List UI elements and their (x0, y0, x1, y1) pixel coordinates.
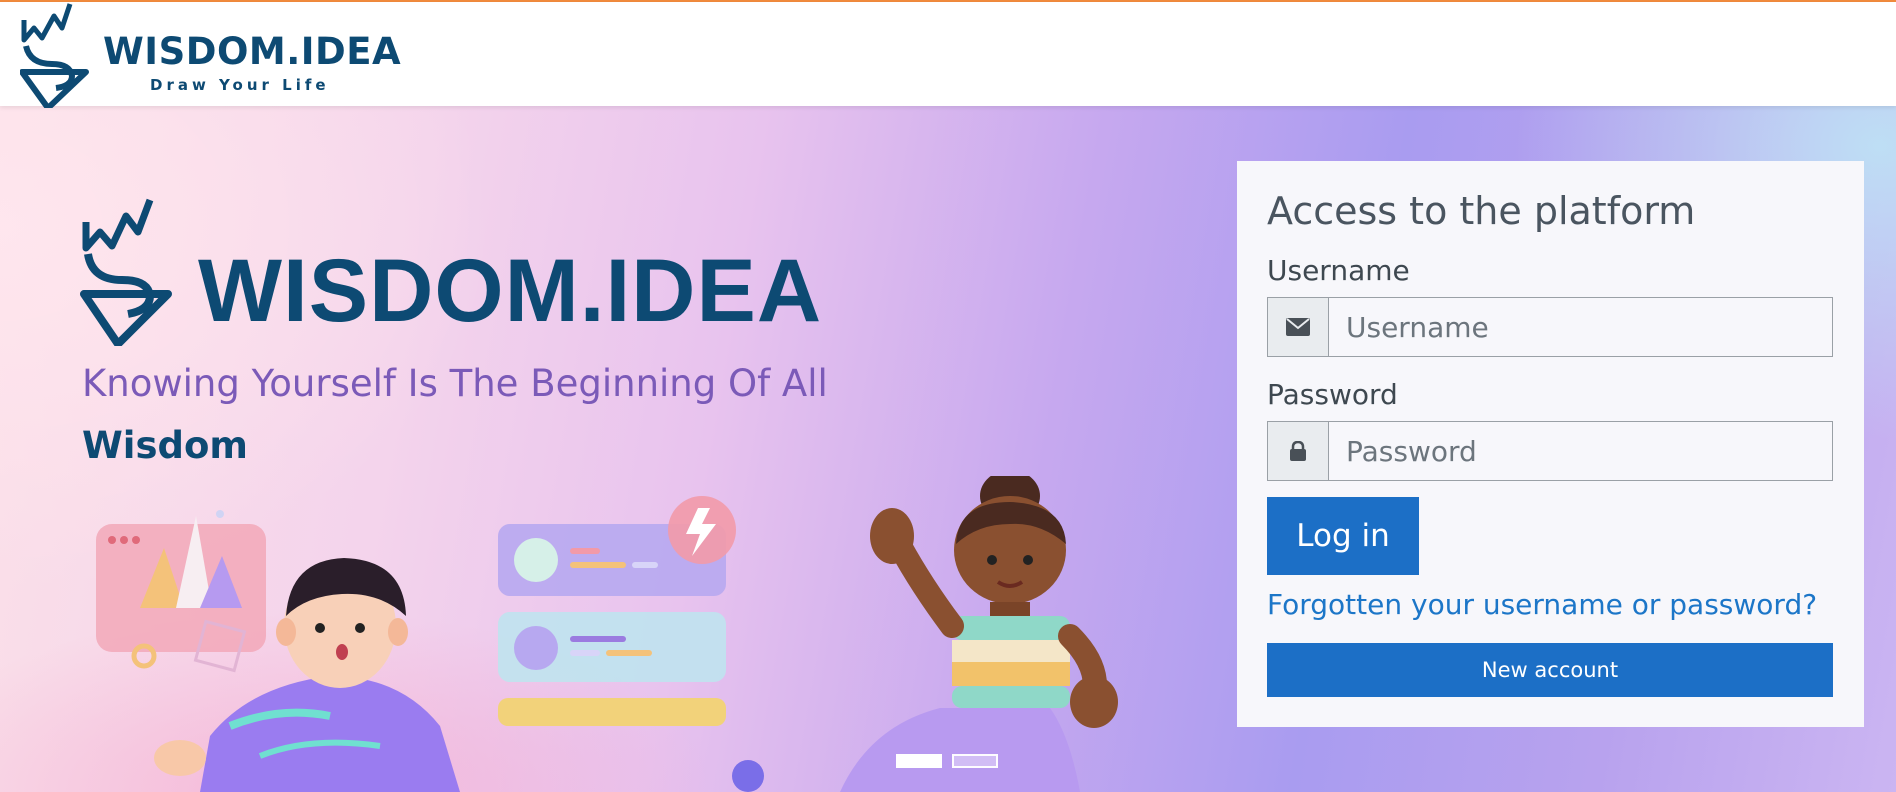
chart-card-illustration (96, 510, 266, 673)
password-input-group (1267, 421, 1833, 481)
carousel-indicator-2[interactable] (952, 754, 998, 768)
password-label: Password (1267, 378, 1398, 411)
carousel-indicator-1[interactable] (896, 754, 942, 768)
forgot-credentials-link[interactable]: Forgotten your username or password? (1267, 588, 1817, 621)
login-button[interactable]: Log in (1267, 497, 1419, 575)
lock-icon (1267, 421, 1328, 481)
girl-character-illustration (840, 476, 1118, 792)
site-header: WISDOM.IDEA Draw Your Life (0, 2, 1896, 108)
hero-brand-name: WISDOM.IDEA (198, 240, 823, 340)
username-input-group (1267, 297, 1833, 357)
header-tagline: Draw Your Life (150, 76, 330, 94)
login-card: Access to the platform Username Password… (1237, 161, 1864, 727)
username-input[interactable] (1328, 297, 1833, 357)
password-input[interactable] (1328, 421, 1833, 481)
envelope-icon (1267, 297, 1328, 357)
hero-slogan-line1: Knowing Yourself Is The Beginning Of All (82, 362, 828, 405)
login-title: Access to the platform (1267, 189, 1696, 233)
hero-illustration (96, 476, 1118, 792)
hero-logo-icon (80, 198, 172, 346)
ui-cards-illustration (498, 496, 764, 792)
hero-slogan-line2: Wisdom (82, 424, 248, 467)
carousel-indicators (896, 754, 998, 768)
username-label: Username (1267, 254, 1410, 287)
header-brand-name[interactable]: WISDOM.IDEA (103, 30, 401, 73)
new-account-button[interactable]: New account (1267, 643, 1833, 697)
logo-icon[interactable] (20, 2, 90, 108)
